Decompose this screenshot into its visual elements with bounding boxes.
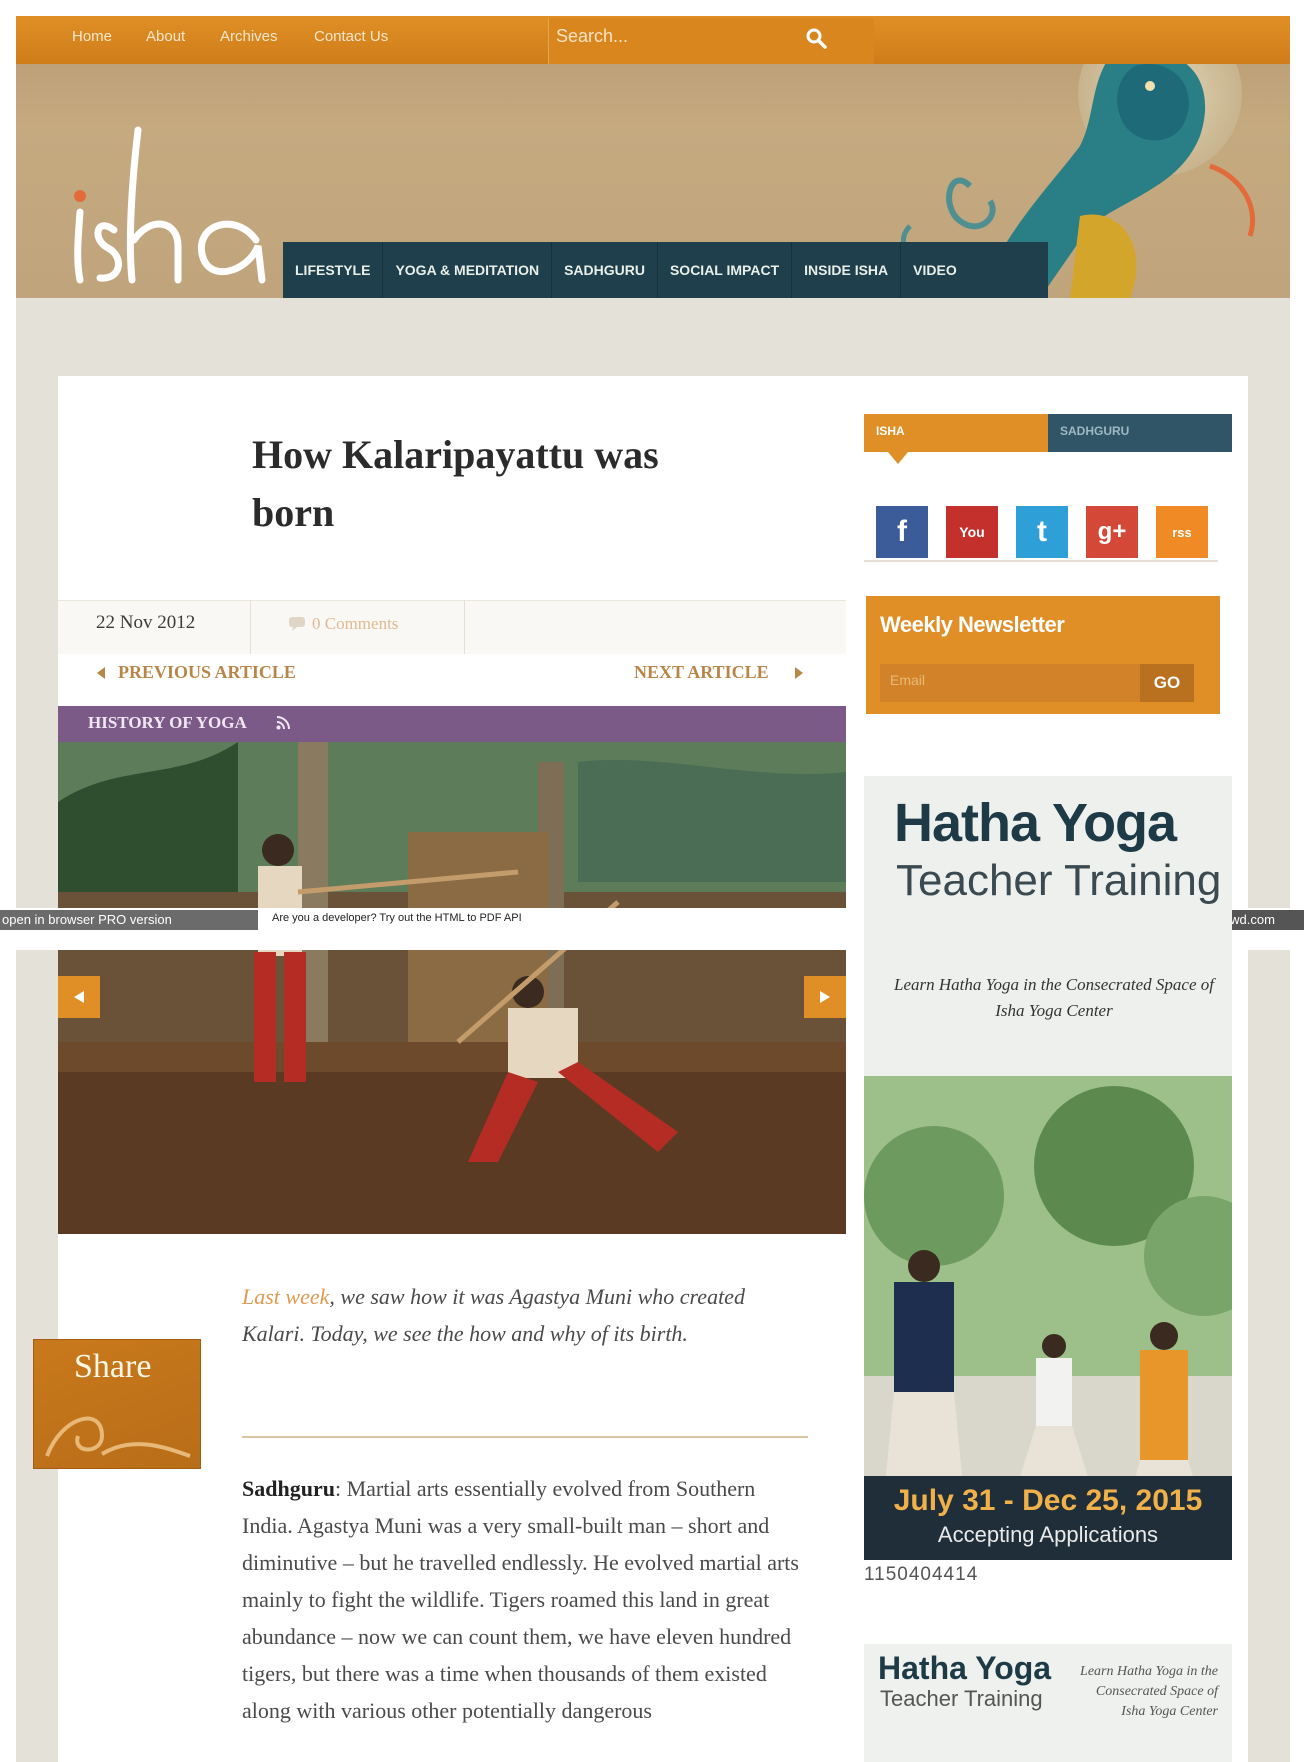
- tab-pointer: [888, 452, 908, 464]
- chevron-right-icon: [795, 667, 803, 679]
- ad-caption: 1150404414: [864, 1564, 979, 1585]
- comments-link[interactable]: 0 Comments: [312, 614, 398, 634]
- ad-status: Accepting Applications: [937, 1522, 1159, 1547]
- site-logo[interactable]: isha: [66, 120, 266, 290]
- meta-divider: [464, 600, 465, 654]
- googleplus-icon[interactable]: g+: [1086, 506, 1138, 558]
- newsletter-go-button[interactable]: GO: [1140, 664, 1194, 702]
- nav-tab-video[interactable]: VIDEO: [901, 242, 969, 298]
- ad-subtitle: Teacher Training: [896, 856, 1222, 905]
- twitter-icon[interactable]: t: [1016, 506, 1068, 558]
- category-link[interactable]: HISTORY OF YOGA: [88, 713, 247, 733]
- ad-dates: July 31 - Dec 25, 2015: [893, 1484, 1203, 1517]
- sidebar-tabs: ISHA SADHGURU: [864, 414, 1232, 452]
- previous-article-link[interactable]: PREVIOUS ARTICLE: [118, 662, 296, 683]
- slider-prev-icon: [74, 991, 84, 1003]
- search-placeholder: Search...: [556, 26, 629, 46]
- nav-tab-yoga-meditation[interactable]: YOGA & MEDITATION: [383, 242, 553, 298]
- pdf-open-in-browser[interactable]: open in browser PRO version: [0, 910, 258, 930]
- ad2-tagline: Learn Hatha Yoga in the Consecrated Spac…: [1080, 1664, 1218, 1719]
- main-nav: LIFESTYLE YOGA & MEDITATION SADHGURU SOC…: [283, 242, 1048, 298]
- ad2-subtitle: Teacher Training: [880, 1686, 1043, 1711]
- nav-link-contact[interactable]: Contact Us: [314, 28, 388, 45]
- rss-icon[interactable]: rss: [1156, 506, 1208, 558]
- slider-prev-button[interactable]: [58, 976, 100, 1018]
- ad-tagline: Learn Hatha Yoga in the Consecrated Spac…: [894, 975, 1214, 1020]
- tab-sadhguru[interactable]: SADHGURU: [1048, 414, 1232, 452]
- nav-tab-inside-isha[interactable]: INSIDE ISHA: [792, 242, 902, 298]
- comment-icon: [289, 617, 305, 631]
- next-article-link[interactable]: NEXT ARTICLE: [634, 662, 769, 683]
- article-intro: Last week, we saw how it was Agastya Mun…: [242, 1278, 802, 1352]
- newsletter-email-input[interactable]: Email: [880, 664, 1142, 702]
- ad-title: Hatha Yoga: [894, 793, 1177, 853]
- pdf-message[interactable]: Are you a developer? Try out the HTML to…: [272, 912, 522, 924]
- article-date: 22 Nov 2012: [96, 612, 196, 633]
- nav-link-about[interactable]: About: [146, 28, 185, 45]
- facebook-icon[interactable]: f: [876, 506, 928, 558]
- chevron-left-icon: [97, 667, 105, 679]
- share-label[interactable]: Share: [74, 1348, 151, 1386]
- article-body: Sadhguru: Martial arts essentially evolv…: [242, 1470, 802, 1729]
- last-week-link[interactable]: Last week: [242, 1284, 329, 1309]
- speaker-name: Sadhguru: [242, 1476, 335, 1501]
- article-photo: [58, 742, 846, 1234]
- nav-link-archives[interactable]: Archives: [220, 28, 278, 45]
- swirl-decoration: [45, 1416, 191, 1458]
- ad-photo: [864, 1076, 1232, 1516]
- tab-isha[interactable]: ISHA: [864, 414, 1048, 452]
- newsletter-title: Weekly Newsletter: [880, 612, 1065, 637]
- nav-tab-lifestyle[interactable]: LIFESTYLE: [283, 242, 384, 298]
- divider: [242, 1436, 808, 1438]
- youtube-icon[interactable]: You: [946, 506, 998, 558]
- slider-next-icon: [820, 991, 830, 1003]
- body-text: : Martial arts essentially evolved from …: [242, 1476, 799, 1723]
- nav-tab-social-impact[interactable]: SOCIAL IMPACT: [658, 242, 793, 298]
- nav-link-home[interactable]: Home: [72, 28, 112, 45]
- nav-tab-sadhguru[interactable]: SADHGURU: [552, 242, 658, 298]
- meta-divider: [250, 600, 251, 654]
- ad2-title: Hatha Yoga: [878, 1650, 1052, 1686]
- article-title: How Kalaripayattu was born: [252, 432, 659, 535]
- slider-next-button[interactable]: [804, 976, 846, 1018]
- rss-icon[interactable]: [276, 716, 290, 730]
- search-icon[interactable]: [804, 26, 828, 50]
